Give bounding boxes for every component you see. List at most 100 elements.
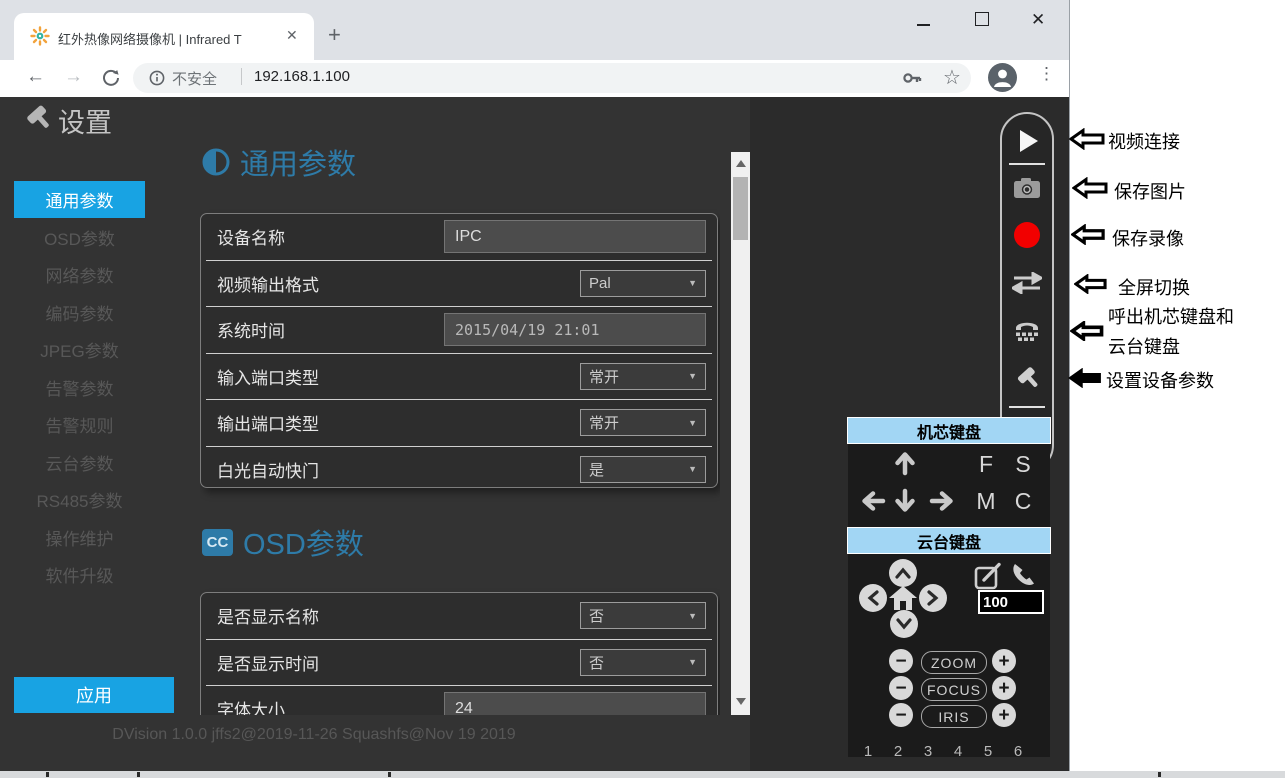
key-icon[interactable] [903,70,922,86]
tab-close-icon[interactable]: ✕ [286,27,298,44]
sidebar-item-encode[interactable]: 编码参数 [14,294,145,331]
scroll-up-icon[interactable] [736,160,746,167]
zoom-label[interactable]: ZOOM [921,651,987,674]
annotation-arrow-icon [1072,177,1108,199]
forward-button[interactable]: → [64,66,83,88]
sidebar-item-osd[interactable]: OSD参数 [14,219,145,256]
show-name-select[interactable]: 否 ▼ [580,602,706,629]
output-port-select[interactable]: 常开 ▼ [580,409,706,436]
core-key-m[interactable]: M [975,488,997,514]
save-record-button[interactable] [1014,222,1040,248]
focus-minus-button[interactable]: − [889,676,913,700]
reload-button[interactable] [102,69,120,87]
general-params-card: 设备名称 视频输出格式 Pal ▼ 系统时间 输入端口类型 常开 ▼ [200,213,718,488]
browser-menu-icon[interactable]: ⋮ [1038,64,1055,84]
preset-6[interactable]: 6 [1011,743,1025,760]
security-label: 不安全 [172,68,217,89]
scroll-down-icon[interactable] [736,698,746,705]
annotation-arrow-icon [1070,321,1104,341]
preset-3[interactable]: 3 [921,743,935,760]
profile-avatar[interactable] [988,63,1017,92]
preset-1[interactable]: 1 [861,743,875,760]
window-close-button[interactable]: ✕ [1031,10,1045,30]
sidebar-item-general[interactable]: 通用参数 [14,181,145,218]
scrollbar-thumb[interactable] [733,177,748,240]
call-icon[interactable] [1011,562,1037,588]
sidebar-item-network[interactable]: 网络参数 [14,256,145,293]
sidebar-item-jpeg[interactable]: JPEG参数 [14,331,145,368]
page-title: 设置 [58,101,112,140]
sidebar-item-alarm-rules[interactable]: 告警规则 [14,406,145,443]
new-tab-button[interactable]: + [328,22,341,48]
window-maximize-button[interactable] [975,12,989,26]
core-up-icon[interactable] [893,450,917,476]
sidebar-item-alarm-params[interactable]: 告警参数 [14,369,145,406]
content-scrollbar[interactable] [731,152,750,715]
core-key-f[interactable]: F [975,451,997,477]
core-key-c[interactable]: C [1012,488,1034,514]
form-row-device-name: 设备名称 [206,214,712,261]
zoom-plus-button[interactable]: + [992,649,1016,673]
focus-label[interactable]: FOCUS [921,678,987,701]
window-minimize-button[interactable] [917,24,930,26]
apply-button[interactable]: 应用 [14,677,174,713]
form-row-show-time: 是否显示时间 否 ▼ [206,640,712,687]
back-button[interactable]: ← [26,66,45,88]
toolbar-divider [1009,406,1045,408]
sidebar-item-rs485[interactable]: RS485参数 [14,481,145,518]
ptz-down-button[interactable] [890,610,918,638]
form-row-font-size: 字体大小 [206,686,712,715]
ptz-home-button[interactable] [888,584,918,612]
device-settings-button[interactable] [1014,365,1041,392]
annotation-fullscreen: 全屏切换 [1118,274,1190,300]
video-connect-button[interactable] [1020,130,1038,152]
font-size-input[interactable] [444,692,706,715]
bookmark-star-icon[interactable]: ☆ [943,65,961,90]
core-right-icon[interactable] [929,489,955,513]
info-icon[interactable] [149,70,165,86]
input-port-select[interactable]: 常开 ▼ [580,363,706,390]
iris-minus-button[interactable]: − [889,703,913,727]
iris-label[interactable]: IRIS [921,705,987,728]
iris-plus-button[interactable]: + [992,703,1016,727]
save-picture-button[interactable] [1013,177,1041,199]
form-row-output-port: 输出端口类型 常开 ▼ [206,400,712,447]
ptz-up-button[interactable] [889,559,917,587]
ptz-right-button[interactable] [919,584,947,612]
device-name-input[interactable] [444,220,706,253]
preset-5[interactable]: 5 [981,743,995,760]
focus-plus-button[interactable]: + [992,676,1016,700]
core-down-icon[interactable] [893,488,917,514]
keyboard-panel: 机芯键盘 F S M C 云台键盘 [848,418,1050,757]
annotation-arrow-icon [1074,274,1107,294]
zoom-minus-button[interactable]: − [889,649,913,673]
sidebar-item-maintenance[interactable]: 操作维护 [14,519,145,556]
section-title: OSD参数 [243,521,364,563]
system-time-input[interactable] [444,313,706,346]
form-row-show-name: 是否显示名称 否 ▼ [206,593,712,640]
sidebar-item-ptz[interactable]: 云台参数 [14,444,145,481]
edit-icon[interactable] [974,562,1002,590]
field-label: 是否显示时间 [206,650,319,675]
ptz-address-input[interactable] [978,590,1044,614]
tab-title: 红外热像网络摄像机 | Infrared T [58,29,276,48]
white-light-shutter-select[interactable]: 是 ▼ [580,456,706,483]
call-keyboard-button[interactable] [1013,318,1041,342]
core-keyboard-header: 机芯键盘 [848,418,1050,443]
video-format-select[interactable]: Pal ▼ [580,270,706,297]
browser-tab[interactable]: 红外热像网络摄像机 | Infrared T ✕ [14,13,314,60]
sidebar-item-upgrade[interactable]: 软件升级 [14,556,145,593]
core-left-icon[interactable] [860,489,886,513]
field-label: 字体大小 [206,696,285,715]
show-time-select[interactable]: 否 ▼ [580,649,706,676]
preset-2[interactable]: 2 [891,743,905,760]
fullscreen-toggle-button[interactable] [1012,272,1042,294]
core-key-s[interactable]: S [1012,451,1034,477]
cc-icon: CC [202,529,233,556]
url-text[interactable]: 192.168.1.100 [254,68,350,85]
ptz-left-button[interactable] [859,584,887,612]
preset-4[interactable]: 4 [951,743,965,760]
annotation-call-keyboard-line1: 呼出机芯键盘和 [1108,303,1234,329]
annotation-arrow-icon [1071,224,1105,245]
annotation-call-keyboard-line2: 云台键盘 [1108,333,1180,359]
